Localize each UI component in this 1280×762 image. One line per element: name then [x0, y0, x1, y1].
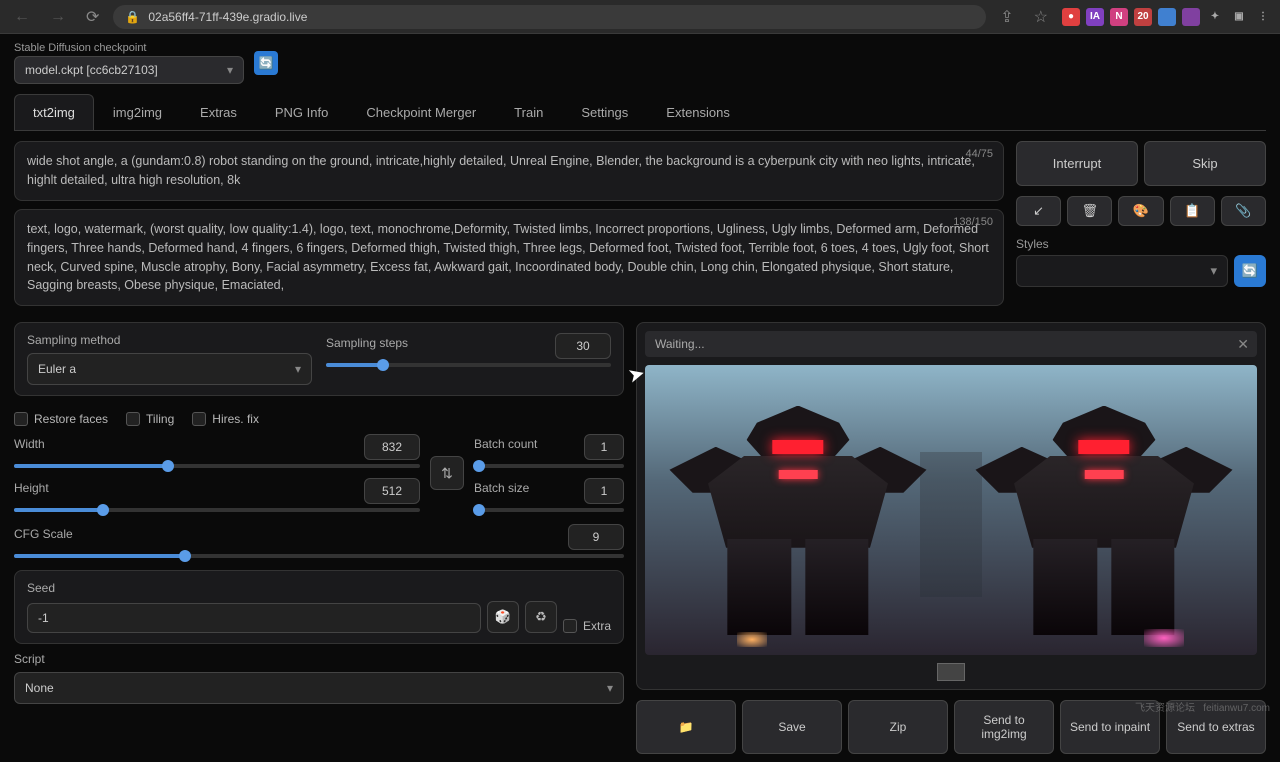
sampling-method-select[interactable]: Euler a	[27, 353, 312, 385]
tab-extensions[interactable]: Extensions	[647, 94, 749, 130]
save-button[interactable]: Save	[742, 700, 842, 754]
main-tabs: txt2img img2img Extras PNG Info Checkpoi…	[14, 94, 1266, 131]
ext-icon-3[interactable]: N	[1110, 8, 1128, 26]
seed-random-button[interactable]: 🎲	[487, 601, 519, 633]
ext-icon-2[interactable]: IA	[1086, 8, 1104, 26]
tab-settings[interactable]: Settings	[562, 94, 647, 130]
quick-btn-arrow[interactable]: ↙	[1016, 196, 1061, 226]
star-icon[interactable]: ☆	[1028, 5, 1054, 29]
tab-extras[interactable]: Extras	[181, 94, 256, 130]
interrupt-button[interactable]: Interrupt	[1016, 141, 1138, 186]
tab-train[interactable]: Train	[495, 94, 562, 130]
send-img2img-button[interactable]: Send to img2img	[954, 700, 1054, 754]
hires-fix-checkbox[interactable]: Hires. fix	[192, 412, 259, 426]
checkpoint-refresh-button[interactable]: 🔄	[254, 51, 278, 75]
styles-select[interactable]	[1016, 255, 1228, 287]
negative-prompt-input[interactable]: 138/150 text, logo, watermark, (worst qu…	[14, 209, 1004, 306]
tab-checkpoint-merger[interactable]: Checkpoint Merger	[347, 94, 495, 130]
prompt-token-count: 44/75	[965, 146, 993, 163]
panel-icon[interactable]: ▣	[1230, 8, 1248, 26]
url-bar[interactable]: 🔒 02a56ff4-71ff-439e.gradio.live	[113, 5, 986, 29]
reload-button[interactable]: ⟳	[80, 5, 105, 29]
negative-token-count: 138/150	[953, 214, 993, 231]
menu-icon[interactable]: ⋮	[1254, 8, 1272, 26]
batch-count-input[interactable]	[584, 434, 624, 460]
folder-button[interactable]: 📁	[636, 700, 736, 754]
script-label: Script	[14, 652, 624, 666]
batch-count-label: Batch count	[474, 437, 537, 451]
back-button[interactable]: ←	[8, 6, 36, 28]
sampling-steps-input[interactable]	[555, 333, 611, 359]
output-status: Waiting... ✕	[645, 331, 1257, 357]
tab-txt2img[interactable]: txt2img	[14, 94, 94, 130]
checkpoint-select[interactable]: model.ckpt [cc6cb27103]	[14, 56, 244, 84]
prompt-input[interactable]: 44/75 wide shot angle, a (gundam:0.8) ro…	[14, 141, 1004, 201]
output-close-button[interactable]: ✕	[1237, 336, 1249, 353]
browser-toolbar: ← → ⟳ 🔒 02a56ff4-71ff-439e.gradio.live ⇪…	[0, 0, 1280, 34]
batch-count-slider[interactable]	[474, 464, 624, 468]
script-select[interactable]: None	[14, 672, 624, 704]
output-image[interactable]	[645, 365, 1257, 655]
zip-button[interactable]: Zip	[848, 700, 948, 754]
restore-faces-checkbox[interactable]: Restore faces	[14, 412, 108, 426]
lock-icon: 🔒	[125, 10, 140, 24]
width-label: Width	[14, 437, 45, 451]
sampling-steps-slider[interactable]	[326, 363, 611, 367]
tab-img2img[interactable]: img2img	[94, 94, 181, 130]
cfg-input[interactable]	[568, 524, 624, 550]
cfg-label: CFG Scale	[14, 527, 73, 541]
output-panel: Waiting... ✕	[636, 322, 1266, 690]
width-slider[interactable]	[14, 464, 420, 468]
ext-icon-4[interactable]: 20	[1134, 8, 1152, 26]
seed-label: Seed	[27, 581, 611, 595]
tiling-checkbox[interactable]: Tiling	[126, 412, 174, 426]
forward-button[interactable]: →	[44, 6, 72, 28]
quick-btn-pin[interactable]: 📎	[1221, 196, 1266, 226]
sampling-steps-label: Sampling steps	[326, 336, 408, 350]
styles-label: Styles	[1016, 237, 1049, 251]
height-label: Height	[14, 481, 49, 495]
seed-input[interactable]	[27, 603, 481, 633]
swap-dimensions-button[interactable]: ⇅	[430, 456, 464, 490]
styles-apply-button[interactable]: 🔄	[1234, 255, 1266, 287]
quick-btn-trash[interactable]: 🗑	[1067, 196, 1112, 226]
quick-btn-clipboard[interactable]: 📋	[1170, 196, 1215, 226]
height-slider[interactable]	[14, 508, 420, 512]
cfg-slider[interactable]	[14, 554, 624, 558]
watermark: 飞天资源论坛 feitianwu7.com	[1135, 699, 1270, 714]
puzzle-icon[interactable]: ✦	[1206, 8, 1224, 26]
skip-button[interactable]: Skip	[1144, 141, 1266, 186]
checkpoint-label: Stable Diffusion checkpoint	[14, 42, 244, 54]
tab-pnginfo[interactable]: PNG Info	[256, 94, 347, 130]
ext-icon-6[interactable]	[1182, 8, 1200, 26]
seed-extra-checkbox[interactable]: Extra	[563, 619, 611, 633]
ext-icon-1[interactable]: ●	[1062, 8, 1080, 26]
width-input[interactable]	[364, 434, 420, 460]
output-thumbnail[interactable]	[937, 663, 965, 681]
seed-recycle-button[interactable]: ♻	[525, 601, 557, 633]
batch-size-label: Batch size	[474, 481, 529, 495]
quick-btn-palette[interactable]: 🎨	[1118, 196, 1163, 226]
extension-icons: ● IA N 20 ✦ ▣ ⋮	[1062, 8, 1272, 26]
ext-icon-5[interactable]	[1158, 8, 1176, 26]
share-icon[interactable]: ⇪	[994, 5, 1019, 29]
height-input[interactable]	[364, 478, 420, 504]
batch-size-slider[interactable]	[474, 508, 624, 512]
batch-size-input[interactable]	[584, 478, 624, 504]
sampling-method-label: Sampling method	[27, 333, 312, 347]
url-text: 02a56ff4-71ff-439e.gradio.live	[148, 10, 307, 24]
